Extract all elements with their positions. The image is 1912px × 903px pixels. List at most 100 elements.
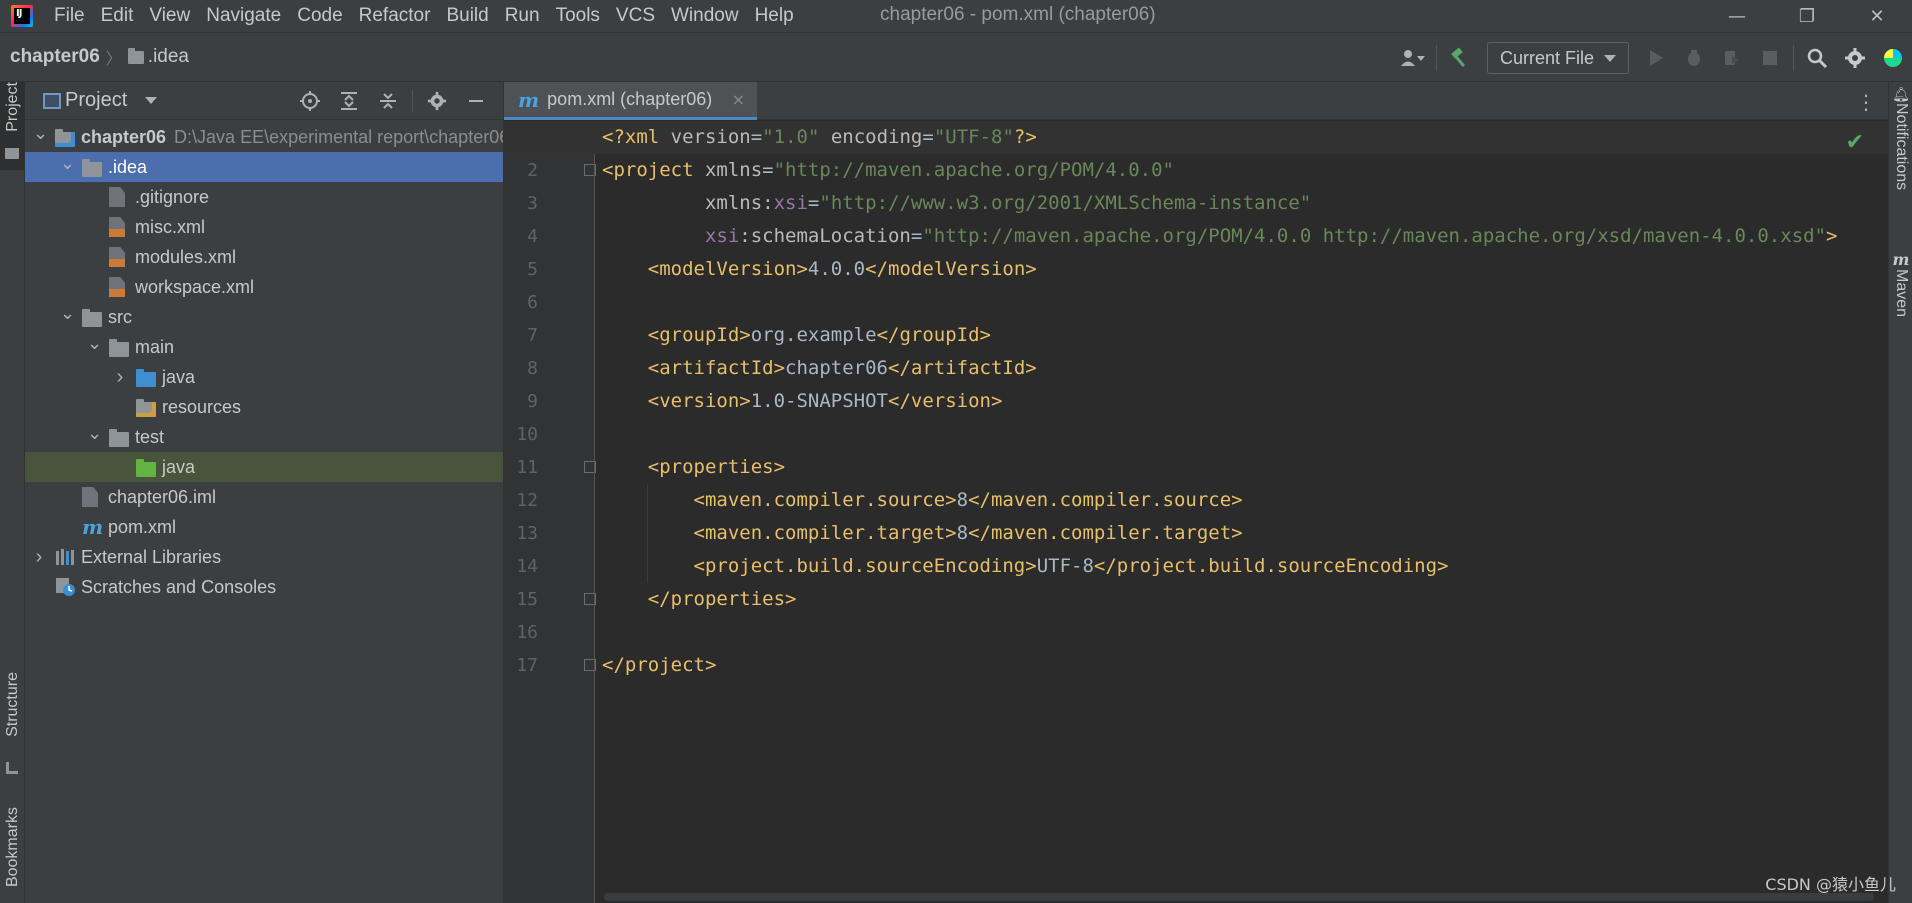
code-token: "UTF-8" — [933, 126, 1014, 148]
code-line: xsi:schemaLocation="http://maven.apache.… — [602, 220, 1838, 253]
stop-icon[interactable] — [1751, 39, 1789, 77]
code-token: <groupId> — [647, 324, 751, 346]
menu-code[interactable]: Code — [290, 0, 351, 32]
breadcrumb-separator-icon: 〉 — [105, 49, 122, 68]
chevron-down-icon[interactable] — [145, 97, 158, 104]
code-token: xmlns — [704, 159, 763, 181]
code-token: <artifactId> — [647, 357, 786, 379]
tree-item[interactable]: resources — [25, 392, 503, 422]
toolbar-separator — [1435, 45, 1437, 71]
hammer-icon[interactable] — [1441, 39, 1479, 77]
editor: m pom.xml (chapter06) × ⋮ 12 3 4 5 6 7 8 9 10 11 1… — [504, 82, 1888, 903]
project-tool-window: Project ⌄ chapter06 D:\Java EE\experimenta… — [25, 82, 504, 903]
tree-item[interactable]: modules.xml — [25, 242, 503, 272]
menu-navigate[interactable]: Navigate — [199, 0, 290, 32]
code-line: <properties> — [602, 451, 785, 484]
run-icon[interactable] — [1637, 39, 1675, 77]
breadcrumb-idea[interactable]: .idea — [127, 46, 189, 68]
structure-tool-tab[interactable]: Structure — [0, 672, 25, 782]
code-token: UTF-8 — [1036, 555, 1094, 577]
collapse-all-icon[interactable] — [368, 82, 407, 120]
minimize-button[interactable]: — — [1702, 0, 1772, 32]
user-icon[interactable] — [1394, 39, 1432, 77]
run-configuration-select[interactable]: Current File — [1486, 42, 1629, 74]
menu-refactor[interactable]: Refactor — [352, 0, 440, 32]
maven-tool-tab[interactable]: m Maven — [1889, 250, 1912, 350]
menu-window[interactable]: Window — [664, 0, 748, 32]
chevron-down-icon[interactable]: ⌄ — [87, 424, 102, 443]
jetbrains-icon[interactable] — [1874, 39, 1912, 77]
chevron-down-icon — [1604, 54, 1616, 62]
menu-run[interactable]: Run — [498, 0, 549, 32]
bookmarks-tool-tab[interactable]: Bookmarks — [0, 807, 25, 903]
folder-icon — [127, 47, 144, 64]
horizontal-scrollbar[interactable] — [604, 893, 1874, 901]
code-token: </version> — [888, 390, 1003, 412]
chevron-right-icon[interactable]: › — [33, 547, 45, 567]
menu-vcs[interactable]: VCS — [609, 0, 664, 32]
search-icon[interactable] — [1798, 39, 1836, 77]
tree-item[interactable]: ⌄ main — [25, 332, 503, 362]
expand-all-icon[interactable] — [329, 82, 368, 120]
hide-panel-icon[interactable] — [456, 82, 495, 120]
project-tree: ⌄ chapter06 D:\Java EE\experimental report… — [25, 122, 503, 602]
menu-view[interactable]: View — [142, 0, 199, 32]
code-line: </project> — [602, 649, 716, 682]
tree-item[interactable]: ⌄ chapter06 D:\Java EE\experimental report… — [25, 122, 503, 152]
code-line: <maven.compiler.target>8</maven.compiler… — [602, 517, 1243, 550]
tree-item[interactable]: misc.xml — [25, 212, 503, 242]
tree-item[interactable]: ⌄ src — [25, 302, 503, 332]
menu-edit[interactable]: Edit — [94, 0, 143, 32]
chevron-down-icon[interactable]: ⌄ — [33, 124, 48, 143]
close-window-button[interactable]: ✕ — [1842, 0, 1912, 32]
editor-tab-bar: m pom.xml (chapter06) × ⋮ — [504, 82, 1888, 120]
chevron-down-icon[interactable]: ⌄ — [60, 304, 75, 323]
tree-item[interactable]: java — [25, 452, 503, 482]
menu-tools[interactable]: Tools — [549, 0, 609, 32]
more-vertical-icon[interactable]: ⋮ — [1856, 90, 1876, 114]
code-token: = — [910, 225, 923, 247]
menu-help[interactable]: Help — [748, 0, 803, 32]
tree-item[interactable]: workspace.xml — [25, 272, 503, 302]
code-token: <? — [602, 126, 625, 148]
notifications-tool-tab[interactable]: 🔔︎ Notifications — [1889, 82, 1912, 222]
chevron-down-icon[interactable]: ⌄ — [87, 334, 102, 353]
coverage-icon[interactable] — [1713, 39, 1751, 77]
tree-item[interactable]: chapter06.iml — [25, 482, 503, 512]
maven-file-icon: m — [82, 515, 104, 539]
tree-item[interactable]: m pom.xml — [25, 512, 503, 542]
gear-icon[interactable] — [1836, 39, 1874, 77]
menu-build[interactable]: Build — [439, 0, 497, 32]
toolbar: Current File — [1394, 33, 1912, 83]
locate-icon[interactable] — [290, 82, 329, 120]
restore-button[interactable]: ❐ — [1772, 0, 1842, 32]
project-view-select[interactable]: Project — [65, 89, 127, 112]
close-icon[interactable]: × — [732, 90, 745, 109]
inspection-ok-icon[interactable]: ✔ — [1846, 130, 1864, 155]
test-folder-icon — [136, 459, 156, 477]
debug-icon[interactable] — [1675, 39, 1713, 77]
code-token: <modelVersion> — [647, 258, 808, 280]
code-token: <properties> — [647, 456, 786, 478]
project-tool-tab[interactable]: Project — [0, 82, 25, 170]
tree-item[interactable]: › java — [25, 362, 503, 392]
code-token: 1.0-SNAPSHOT — [750, 390, 888, 412]
code-token: </groupId> — [876, 324, 991, 346]
menu-file[interactable]: File — [47, 0, 94, 32]
tree-item[interactable]: .gitignore — [25, 182, 503, 212]
line-number: 7 — [527, 325, 538, 346]
tree-item[interactable]: ⌄ .idea — [25, 152, 503, 182]
tab-pom-xml[interactable]: m pom.xml (chapter06) × — [504, 82, 757, 120]
chevron-right-icon[interactable]: › — [114, 367, 126, 387]
tree-item-label: .gitignore — [135, 186, 210, 207]
gear-icon[interactable] — [417, 82, 456, 120]
tree-item[interactable]: Scratches and Consoles — [25, 572, 503, 602]
chevron-down-icon[interactable]: ⌄ — [60, 154, 75, 173]
line-number: 9 — [527, 391, 538, 412]
breadcrumb-project[interactable]: chapter06 — [10, 46, 100, 68]
tree-item[interactable]: › External Libraries — [25, 542, 503, 572]
tree-item[interactable]: ⌄ test — [25, 422, 503, 452]
